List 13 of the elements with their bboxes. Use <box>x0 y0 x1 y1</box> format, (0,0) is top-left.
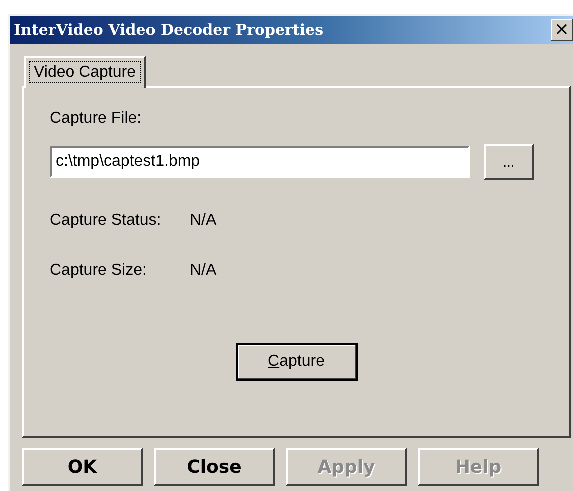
info-value: N/A <box>190 212 217 230</box>
field-label: Capture File: <box>50 110 143 128</box>
window-title: InterVideo Video Decoder Properties <box>14 21 324 39</box>
close-button[interactable]: × <box>551 19 573 41</box>
info-label: Capture Status: <box>50 212 162 230</box>
dialog-button[interactable]: OK <box>22 448 143 486</box>
info-label: Capture Size: <box>50 262 148 280</box>
tab[interactable]: Video Capture <box>24 56 146 88</box>
info-value: N/A <box>190 262 217 280</box>
browse-button[interactable]: ... <box>484 144 534 180</box>
input-field[interactable]: c:\tmp\captest1.bmp <box>50 146 470 178</box>
capture-button[interactable]: Capture <box>236 344 356 380</box>
dialog-button[interactable]: Close <box>154 448 275 486</box>
